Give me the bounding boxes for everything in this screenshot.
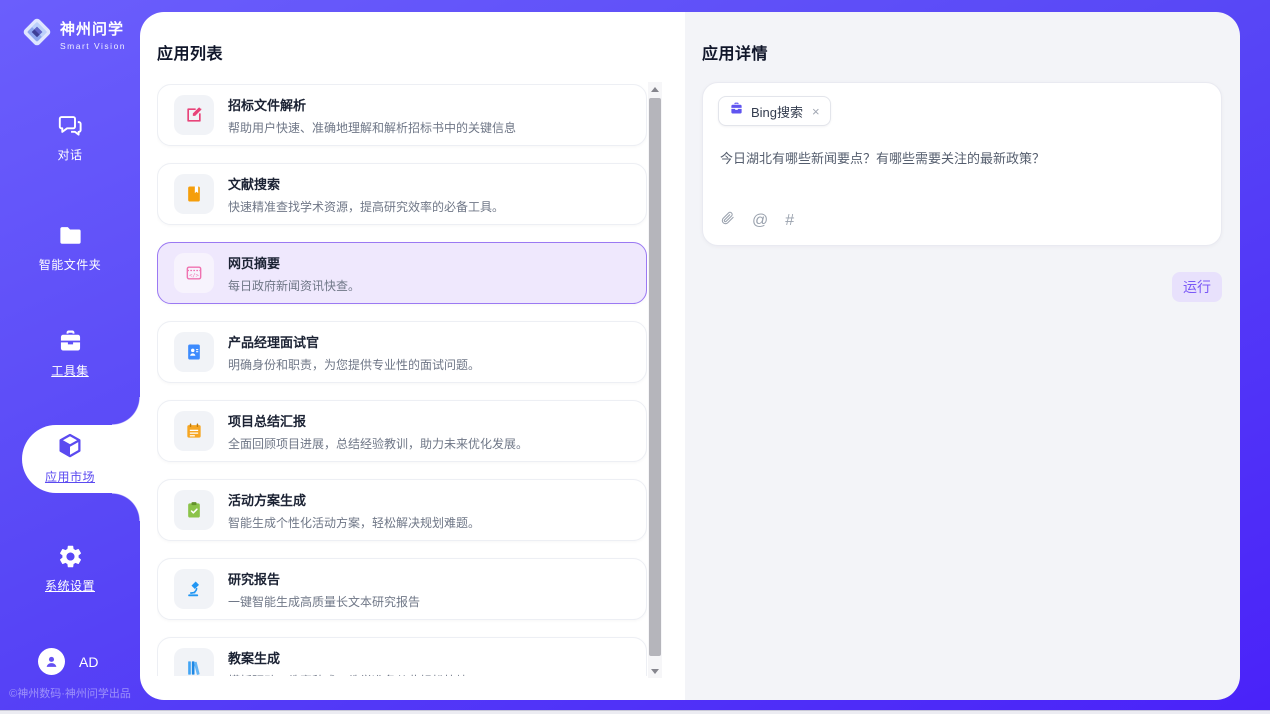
copyright-footer: ©神州数码·神州问学出品 — [0, 685, 140, 701]
app-list-panel: 应用列表 招标文件解析 帮助用户快速、准确地理解和解析招标书中的关键信息 文献搜… — [140, 12, 685, 700]
run-button[interactable]: 运行 — [1172, 272, 1222, 302]
card-desc: 明确身份和职责，为您提供专业性的面试问题。 — [228, 356, 480, 373]
folder-icon — [0, 222, 140, 249]
app-detail-title: 应用详情 — [702, 40, 768, 64]
sidebar-item-smart-folder[interactable]: 智能文件夹 — [0, 222, 140, 274]
brand-name: 神州问学 — [60, 18, 126, 39]
books-icon — [174, 648, 214, 676]
app-card-research-report[interactable]: 研究报告 一键智能生成高质量长文本研究报告 — [157, 558, 647, 620]
app-card-list: 招标文件解析 帮助用户快速、准确地理解和解析招标书中的关键信息 文献搜索 快速精… — [157, 84, 647, 676]
card-desc: 模板驱动，教案秒成，教学准备从此轻松快捷 — [228, 672, 468, 677]
card-desc: 全面回顾项目进展，总结经验教训，助力未来优化发展。 — [228, 435, 528, 452]
tag-close-icon[interactable]: × — [812, 104, 820, 119]
mention-icon[interactable]: @ — [752, 213, 768, 229]
sidebar-item-label: 系统设置 — [45, 577, 95, 594]
hash-icon[interactable]: # — [785, 213, 794, 229]
brand-logo: 神州问学 Smart Vision — [19, 14, 126, 55]
card-title: 活动方案生成 — [228, 490, 480, 509]
scrollbar-down-arrow[interactable] — [648, 664, 662, 678]
card-desc: 每日政府新闻资讯快查。 — [228, 277, 360, 294]
sidebar-item-label: 工具集 — [51, 362, 89, 379]
card-title: 研究报告 — [228, 569, 420, 588]
tag-label: Bing搜索 — [751, 102, 803, 121]
user-account[interactable]: AD — [38, 648, 98, 675]
card-title: 文献搜索 — [228, 174, 504, 193]
card-desc: 智能生成个性化活动方案，轻松解决规划难题。 — [228, 514, 480, 531]
sidebar-item-chat[interactable]: 对话 — [0, 112, 140, 164]
app-card-project-summary[interactable]: 项目总结汇报 全面回顾项目进展，总结经验教训，助力未来优化发展。 — [157, 400, 647, 462]
app-card-bid-analysis[interactable]: 招标文件解析 帮助用户快速、准确地理解和解析招标书中的关键信息 — [157, 84, 647, 146]
card-title: 项目总结汇报 — [228, 411, 528, 430]
card-desc: 帮助用户快速、准确地理解和解析招标书中的关键信息 — [228, 119, 516, 136]
cube-icon — [0, 431, 140, 461]
toolbox-icon — [0, 328, 140, 355]
sidebar-item-label: 对话 — [57, 146, 82, 163]
card-desc: 一键智能生成高质量长文本研究报告 — [228, 593, 420, 610]
chat-icon — [0, 112, 140, 139]
clipboard-check-icon — [174, 490, 214, 530]
prompt-input-card[interactable]: Bing搜索 × 今日湖北有哪些新闻要点？有哪些需要关注的最新政策？ @ # — [702, 82, 1222, 246]
sidebar-item-label: 智能文件夹 — [39, 256, 102, 273]
app-card-literature-search[interactable]: 文献搜索 快速精准查找学术资源，提高研究效率的必备工具。 — [157, 163, 647, 225]
card-title: 教案生成 — [228, 648, 468, 667]
sidebar-item-app-market[interactable]: 应用市场 — [0, 431, 140, 486]
app-detail-panel: 应用详情 Bing搜索 × 今日湖北有哪些新闻要点？有哪些需要关注的最新政策？ … — [685, 12, 1240, 700]
sidebar: 神州问学 Smart Vision 对话 智能文件夹 工具集 应用市场 系统设置 — [0, 0, 140, 711]
microscope-icon — [174, 569, 214, 609]
memo-note-icon — [174, 411, 214, 451]
resume-person-icon — [174, 332, 214, 372]
browser-code-icon: </> — [174, 253, 214, 293]
user-initials: AD — [79, 654, 98, 670]
brand-subtitle: Smart Vision — [60, 41, 126, 51]
card-desc: 快速精准查找学术资源，提高研究效率的必备工具。 — [228, 198, 504, 215]
input-toolbar: @ # — [720, 210, 794, 231]
prompt-question-text[interactable]: 今日湖北有哪些新闻要点？有哪些需要关注的最新政策？ — [720, 149, 1205, 169]
card-title: 招标文件解析 — [228, 95, 516, 114]
app-card-pm-interviewer[interactable]: 产品经理面试官 明确身份和职责，为您提供专业性的面试问题。 — [157, 321, 647, 383]
app-card-lesson-plan[interactable]: 教案生成 模板驱动，教案秒成，教学准备从此轻松快捷 — [157, 637, 647, 676]
sidebar-item-settings[interactable]: 系统设置 — [0, 543, 140, 595]
app-card-web-summary[interactable]: </> 网页摘要 每日政府新闻资讯快查。 — [157, 242, 647, 304]
sidebar-item-toolset[interactable]: 工具集 — [0, 328, 140, 380]
svg-text:</>: </> — [189, 273, 200, 279]
app-card-event-plan[interactable]: 活动方案生成 智能生成个性化活动方案，轻松解决规划难题。 — [157, 479, 647, 541]
diamond-logo-icon — [19, 14, 55, 55]
app-list-scrollbar[interactable] — [648, 82, 662, 678]
attachment-icon[interactable] — [720, 210, 735, 231]
edit-document-icon — [174, 95, 214, 135]
sidebar-item-label: 应用市场 — [45, 468, 95, 485]
briefcase-icon — [729, 101, 744, 121]
scrollbar-up-arrow[interactable] — [648, 82, 662, 96]
content-shell: 应用列表 招标文件解析 帮助用户快速、准确地理解和解析招标书中的关键信息 文献搜… — [140, 12, 1240, 700]
bing-search-tag[interactable]: Bing搜索 × — [718, 96, 831, 126]
book-icon — [174, 174, 214, 214]
app-list-title: 应用列表 — [157, 40, 223, 64]
card-title: 网页摘要 — [228, 253, 360, 272]
card-title: 产品经理面试官 — [228, 332, 480, 351]
gear-icon — [0, 543, 140, 570]
avatar — [38, 648, 65, 675]
scrollbar-thumb[interactable] — [649, 98, 661, 656]
